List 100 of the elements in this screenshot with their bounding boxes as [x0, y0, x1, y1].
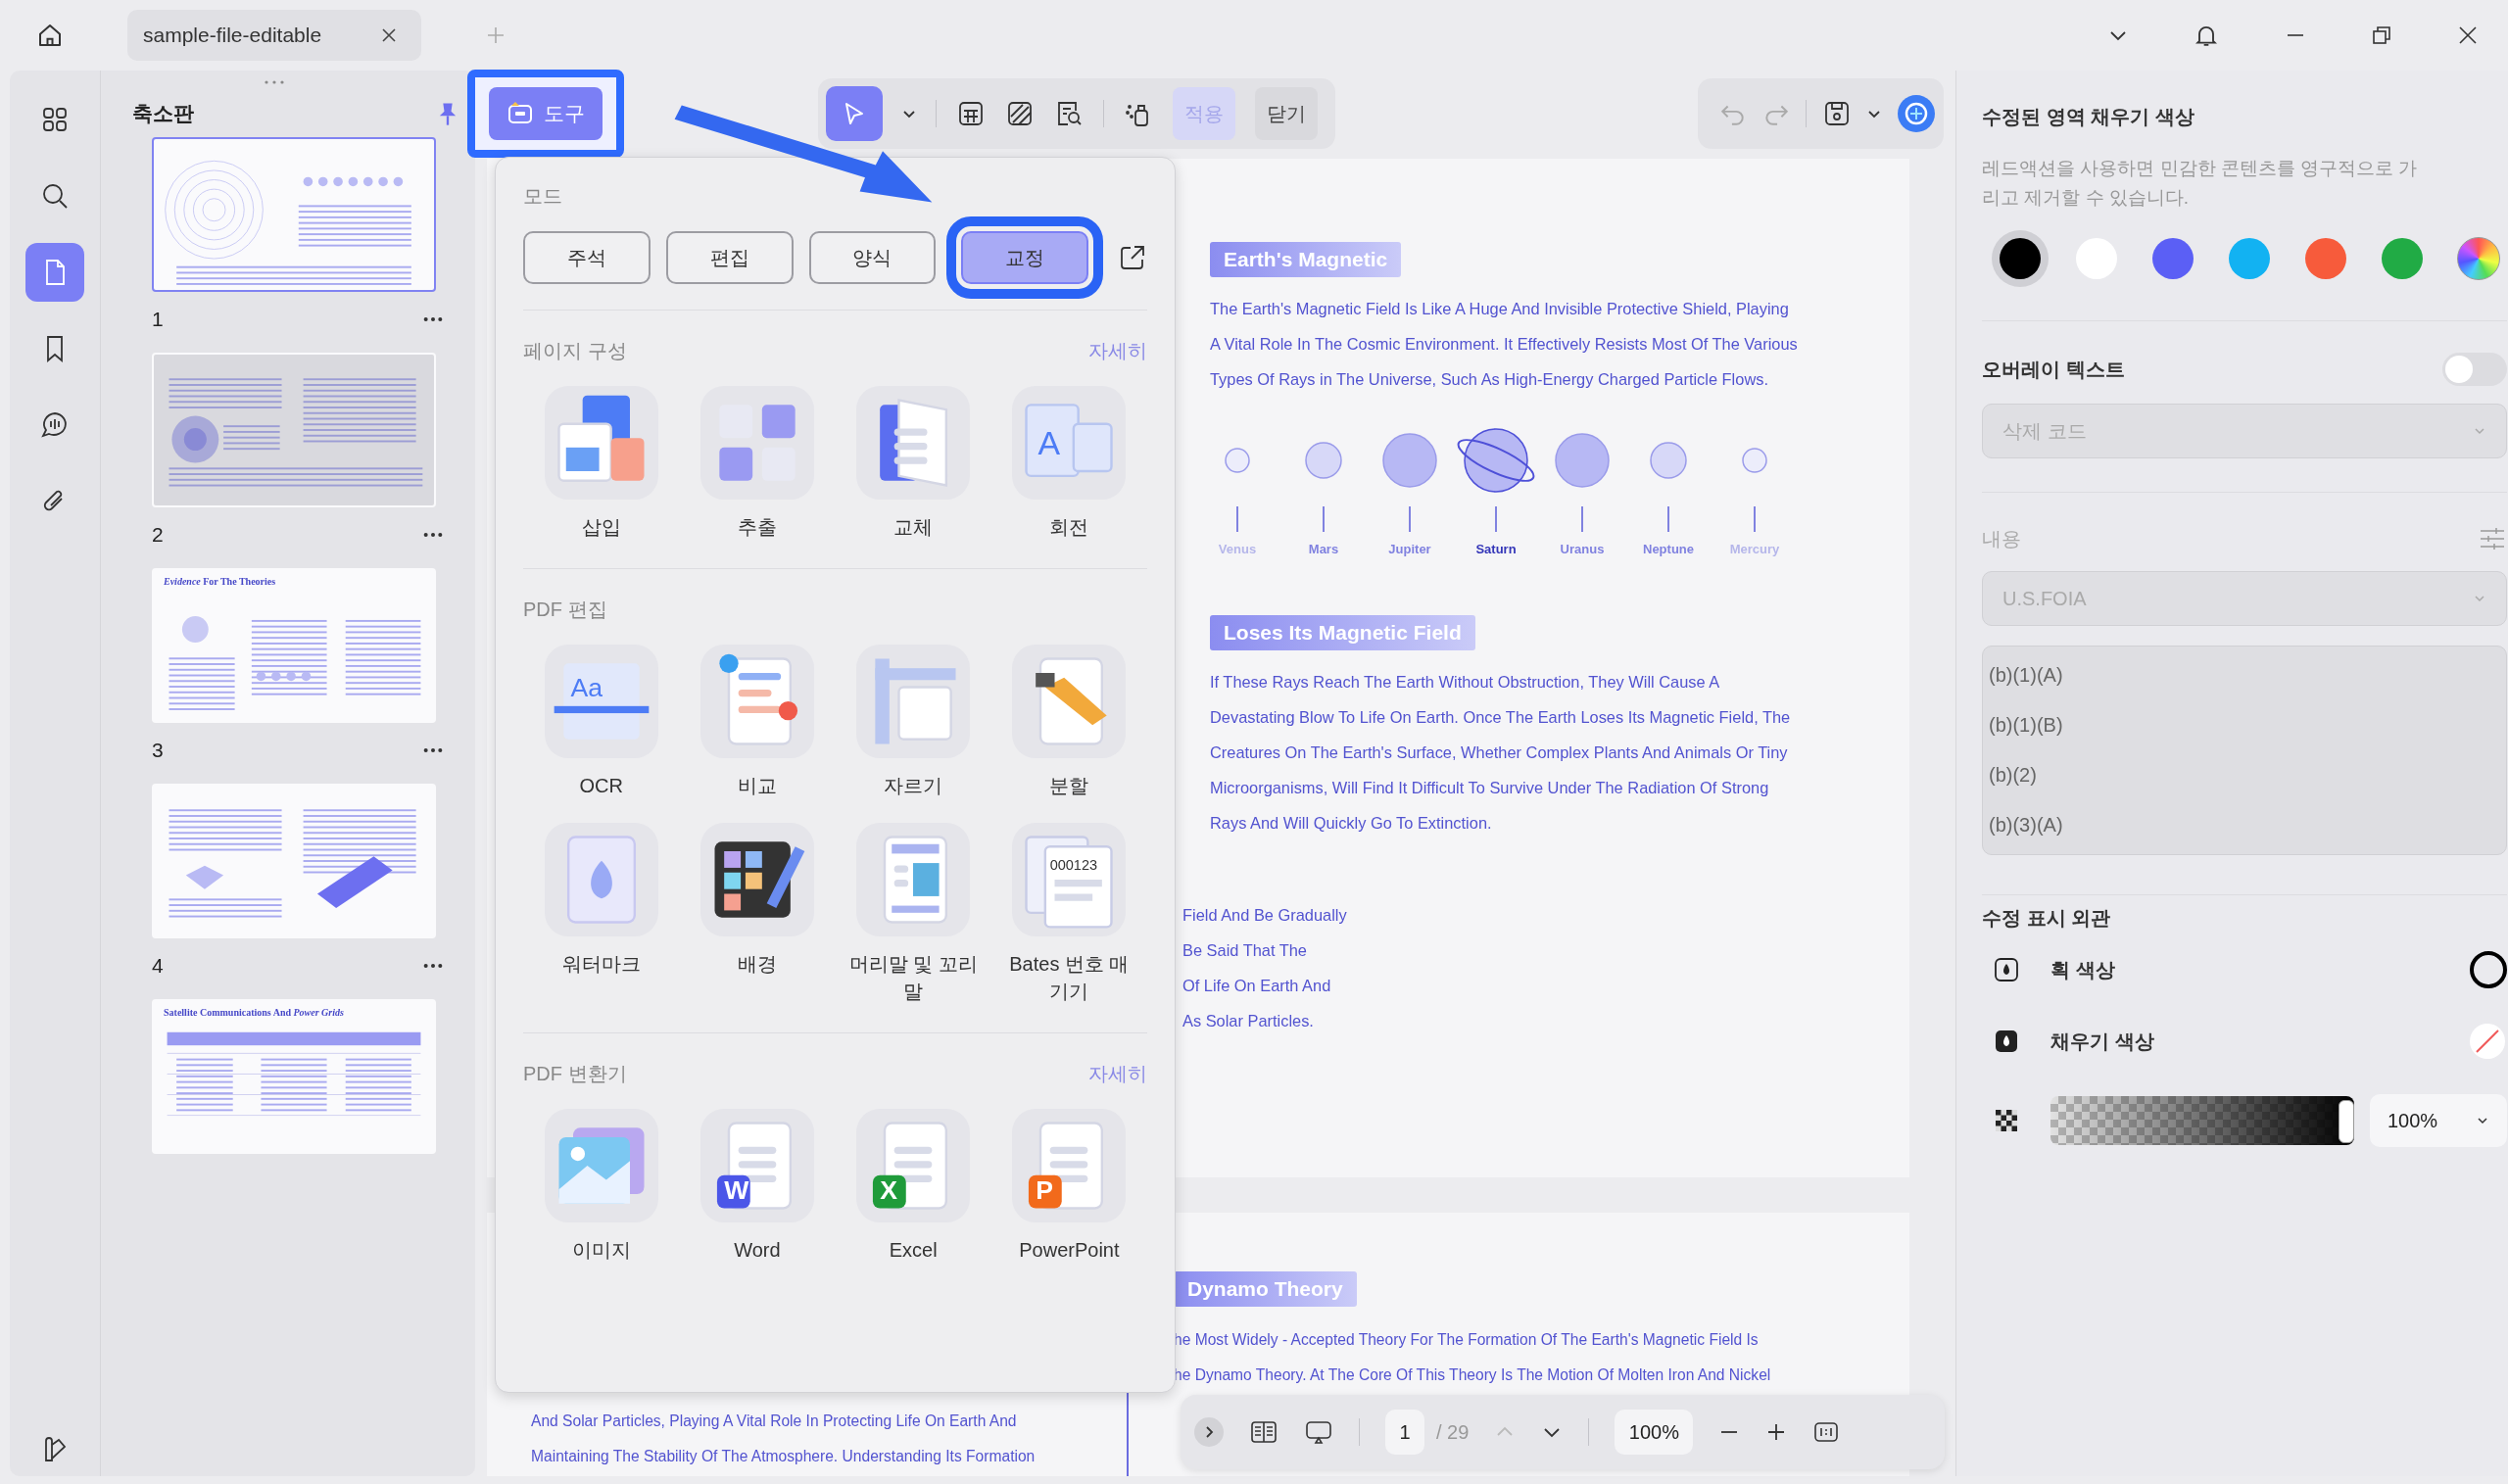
fill-color-swatch[interactable] [2468, 1022, 2507, 1061]
extract-icon [699, 386, 814, 500]
tool-item[interactable]: 워터마크 [523, 823, 680, 1005]
search-icon [40, 181, 70, 211]
close-icon[interactable] [380, 26, 399, 44]
grid-icon [40, 105, 70, 134]
code-item[interactable]: (b)(1)(B) [1983, 700, 2506, 750]
word-icon: W [699, 1109, 814, 1222]
planet-label: Neptune [1643, 542, 1694, 556]
rotate-icon: A [1012, 386, 1127, 500]
section-heading: Earth's Magnetic [1210, 242, 1402, 277]
redact-area-icon[interactable] [956, 99, 986, 128]
mode-button[interactable]: 주석 [523, 231, 651, 284]
page-thumbnail[interactable]: Evidence For The Theories [152, 568, 436, 723]
tool-item[interactable]: Aa OCR [523, 645, 680, 799]
watermark-icon [544, 823, 658, 936]
planet-label: Mars [1308, 542, 1339, 556]
tool-item[interactable]: 자르기 [835, 645, 991, 799]
tool-item[interactable]: A 회전 [990, 386, 1147, 541]
ocr-icon: Aa [544, 645, 658, 758]
body-paragraph: If These Rays Reach The Earth Without Obstruction, They Will Cause A Devastating Blow To Life On Earth. Once The Earth Loses Its Magnetic Field, The Creatures On The Earth's Surface, Whether Complex Plants And Animals Or Tiny Microorganisms, Will Find It Difficult To Survive Under The Radiation Of Strong Rays And Will Quickly Go To Extinction. [1210, 672, 1792, 834]
expand-button[interactable] [1194, 1417, 1224, 1447]
page-number-field[interactable]: 1 [1385, 1410, 1424, 1455]
section-title: 모드 [523, 184, 563, 209]
tool-item[interactable]: W Word [679, 1109, 836, 1264]
more-icon[interactable] [422, 316, 444, 322]
save-icon[interactable] [1822, 99, 1852, 128]
page-number: 1 [152, 308, 164, 331]
document-tab[interactable]: sample-file-editable [127, 10, 422, 61]
thumbnail-title: Evidence For The Theories [163, 575, 277, 589]
tool-item[interactable]: X Excel [835, 1109, 991, 1264]
drop-icon [1992, 955, 2021, 984]
tool-item[interactable]: 추출 [679, 386, 836, 541]
tool-item[interactable]: 000123 Bates 번호 매기기 [990, 823, 1147, 1005]
drag-handle-icon[interactable] [263, 78, 286, 86]
planet-label: Saturn [1475, 542, 1517, 556]
more-icon[interactable] [422, 963, 444, 969]
opacity-select[interactable]: 100% [2370, 1094, 2507, 1147]
section-title: 수정 표시 외관 [1982, 906, 2112, 931]
tool-item[interactable]: 삽입 [523, 386, 680, 541]
tool-item[interactable]: 이미지 [523, 1109, 680, 1264]
tool-item[interactable]: 비교 [679, 645, 836, 799]
text-line: Maintaining The Stability Of The Atmosphere. Understanding Its Formation [531, 1447, 1037, 1466]
powerpoint-icon: P [1012, 1109, 1127, 1222]
more-icon[interactable] [422, 747, 444, 753]
page-number: 4 [152, 954, 164, 978]
planet-label: Mercury [1729, 542, 1780, 556]
compare-icon [699, 645, 814, 758]
zoom-field[interactable]: 100% [1615, 1410, 1694, 1455]
panel-title: 수정된 영역 채우기 색상 [1982, 105, 2195, 129]
crop-icon [856, 645, 971, 758]
section-heading: Dynamo Theory [1174, 1271, 1357, 1307]
external-link-icon[interactable] [1118, 243, 1147, 272]
tool-item[interactable]: 머리말 및 꼬리말 [835, 823, 991, 1005]
code-item[interactable]: (b)(1)(A) [1983, 650, 2506, 700]
code-item[interactable]: (b)(3)(A) [1983, 800, 2506, 850]
panel-title: 축소판 [132, 101, 194, 126]
comment-icon [40, 410, 70, 440]
content-label: 내용 [1982, 526, 2021, 551]
page-thumbnail[interactable]: Satellite Communications And Power Grids [152, 999, 436, 1154]
text-line: And Solar Particles, Playing A Vital Role In Protecting Life On Earth And [531, 1412, 1018, 1431]
planet-label: Venus [1218, 542, 1257, 556]
tool-item[interactable]: 교체 [835, 386, 991, 541]
overlay-text-label: 오버레이 텍스트 [1982, 357, 2125, 382]
description-text: 레드액션을 사용하면 민감한 콘텐츠를 영구적으로 가리고 제거할 수 있습니다. [1982, 157, 2419, 210]
mode-button[interactable]: 양식 [808, 231, 937, 284]
slider-handle[interactable] [2339, 1100, 2354, 1143]
split-icon [1012, 645, 1127, 758]
text-line: As Solar Particles. [1182, 1011, 1315, 1031]
section-title: PDF 변환기 [523, 1062, 627, 1086]
pages-button[interactable] [25, 243, 84, 302]
bates-icon: 000123 [1012, 823, 1127, 936]
ai-assistant-icon[interactable] [1897, 94, 1936, 133]
page-count: / 29 [1436, 1420, 1470, 1444]
text-line: Of Life On Earth And [1182, 976, 1332, 996]
code-item[interactable]: (b)(2) [1983, 750, 2506, 800]
section-title: 페이지 구성 [523, 339, 627, 363]
page-number: 2 [152, 523, 164, 547]
excel-icon: X [856, 1109, 971, 1222]
text-line: Be Said That The [1182, 940, 1308, 961]
close-icon[interactable] [2457, 24, 2479, 46]
section-title: PDF 편집 [523, 598, 607, 622]
stroke-color-label: 획 색상 [2050, 957, 2116, 982]
header-footer-icon [856, 823, 971, 936]
select-tool-button[interactable] [826, 86, 883, 141]
tool-item[interactable]: P PowerPoint [990, 1109, 1147, 1264]
opacity-slider[interactable] [2050, 1096, 2354, 1145]
stroke-color-swatch[interactable] [2470, 951, 2507, 988]
thumbnail-title: Satellite Communications And Power Grids [163, 1006, 345, 1020]
toggle-switch[interactable] [2442, 353, 2507, 386]
replace-icon [856, 386, 971, 500]
tool-item[interactable]: 분할 [990, 645, 1147, 799]
more-icon[interactable] [422, 532, 444, 538]
tool-item[interactable]: 배경 [679, 823, 836, 1005]
background-icon [699, 823, 814, 936]
section-heading: Loses Its Magnetic Field [1210, 615, 1475, 650]
hatch-icon[interactable] [1005, 99, 1035, 128]
mode-button[interactable]: 편집 [665, 231, 794, 284]
close-button[interactable]: 닫기 [1255, 87, 1318, 140]
restore-icon[interactable] [2371, 24, 2392, 46]
